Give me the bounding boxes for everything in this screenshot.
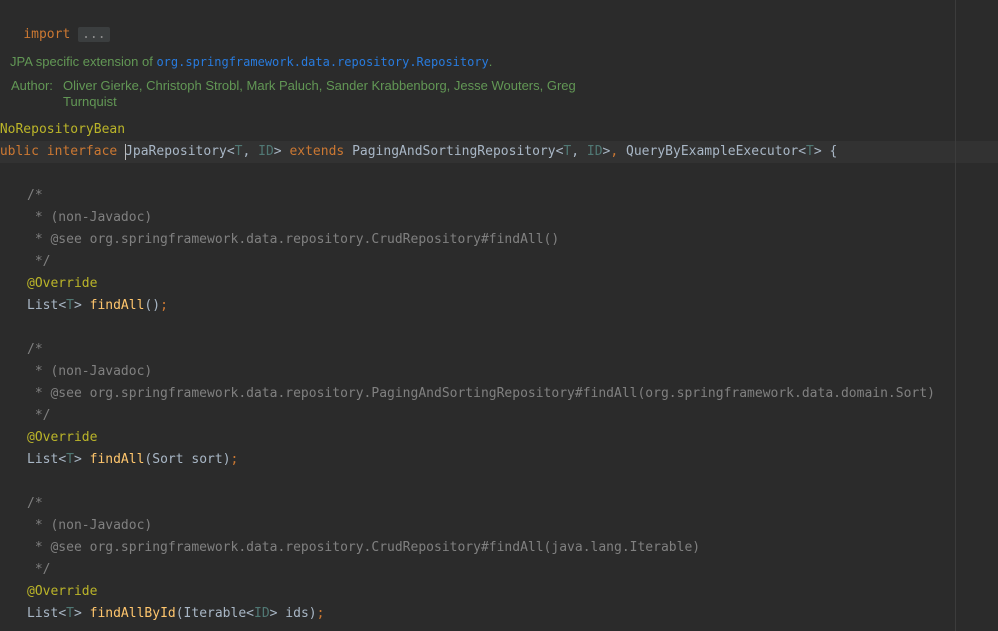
interface-name[interactable]: JpaRepository xyxy=(125,144,227,159)
comment-see: * @see org.springframework.data.reposito… xyxy=(27,232,560,247)
code-editor[interactable]: import ... JPA specific extension of org… xyxy=(0,0,998,631)
comment-open: /* xyxy=(27,342,43,357)
type-open-bracket: < xyxy=(58,452,67,467)
override-annotation: @Override xyxy=(27,276,98,291)
type-param-t: T xyxy=(66,298,74,313)
type-param-t: T xyxy=(806,144,814,159)
method-name[interactable]: findAllById xyxy=(90,606,176,621)
override-annotation: @Override xyxy=(27,430,98,445)
javadoc-authors-line-1: Oliver Gierke, Christoph Strobl, Mark Pa… xyxy=(63,78,576,93)
comment-close: */ xyxy=(27,408,51,423)
javadoc-description-period: . xyxy=(488,54,493,69)
comment-non-javadoc: * (non-Javadoc) xyxy=(27,210,153,225)
javadoc-description: JPA specific extension of org.springfram… xyxy=(10,54,492,70)
return-type[interactable]: List xyxy=(27,606,58,621)
method-params: (Iterable< xyxy=(175,606,254,621)
type-param-t: T xyxy=(66,606,74,621)
javadoc-description-text: JPA specific extension of xyxy=(10,54,157,69)
public-keyword: public xyxy=(0,144,39,159)
type-open-bracket: < xyxy=(226,144,235,159)
type-param-id: ID xyxy=(258,144,274,159)
comment-close: */ xyxy=(27,562,51,577)
type-separator: , xyxy=(571,144,587,159)
semicolon: ; xyxy=(230,452,239,467)
type-close-bracket: > xyxy=(273,144,282,159)
import-line: import ... xyxy=(0,2,110,42)
semicolon: ; xyxy=(316,606,325,621)
interface-declaration: public interface JpaRepository<T, ID> ex… xyxy=(0,141,837,163)
type-open-bracket: < xyxy=(58,298,67,313)
extends-separator: , xyxy=(610,144,619,159)
comment-close: */ xyxy=(27,254,51,269)
return-type[interactable]: List xyxy=(27,298,58,313)
method-findall: List<T> findAll(); xyxy=(27,295,168,317)
extends-keyword: extends xyxy=(289,144,345,159)
import-fold-toggle[interactable]: ... xyxy=(78,27,110,42)
comment-non-javadoc: * (non-Javadoc) xyxy=(27,518,153,533)
method-name[interactable]: findAll xyxy=(90,298,145,313)
open-brace: { xyxy=(829,144,838,159)
type-close-bracket: > xyxy=(73,606,82,621)
type-param-id: ID xyxy=(586,144,603,159)
comment-open: /* xyxy=(27,188,43,203)
method-params-close: ) xyxy=(152,298,161,313)
comment-see: * @see org.springframework.data.reposito… xyxy=(27,386,935,401)
type-close-bracket: > xyxy=(813,144,822,159)
right-margin-guide xyxy=(955,0,956,631)
type-open-bracket: < xyxy=(58,606,67,621)
import-keyword: import xyxy=(23,27,71,42)
comment-open: /* xyxy=(27,496,43,511)
comment-see: * @see org.springframework.data.reposito… xyxy=(27,540,701,555)
javadoc-author-label: Author: xyxy=(11,78,53,93)
comment-non-javadoc: * (non-Javadoc) xyxy=(27,364,153,379)
override-annotation: @Override xyxy=(27,584,98,599)
method-findallbyid: List<T> findAllById(Iterable<ID> ids); xyxy=(27,603,324,625)
method-findall-sort: List<T> findAll(Sort sort); xyxy=(27,449,238,471)
type-separator: , xyxy=(242,144,259,159)
interface-keyword: interface xyxy=(46,144,118,159)
return-type[interactable]: List xyxy=(27,452,58,467)
javadoc-repository-link[interactable]: org.springframework.data.repository.Repo… xyxy=(156,55,488,69)
param-type-param: ID xyxy=(254,606,270,621)
parent-interface-qbe[interactable]: QueryByExampleExecutor xyxy=(626,144,798,159)
javadoc-authors-line-2: Turnquist xyxy=(63,94,117,109)
method-name[interactable]: findAll xyxy=(90,452,145,467)
parent-interface-paging[interactable]: PagingAndSortingRepository xyxy=(352,144,556,159)
type-param-t: T xyxy=(66,452,74,467)
norepositorybean-annotation: @NoRepositoryBean xyxy=(0,122,126,137)
type-close-bracket: > xyxy=(73,298,82,313)
semicolon: ; xyxy=(160,298,168,313)
method-params: (Sort sort) xyxy=(144,452,231,467)
type-close-bracket: > xyxy=(73,452,82,467)
type-open-bracket: < xyxy=(798,144,807,159)
method-params-close: > ids) xyxy=(269,606,317,621)
